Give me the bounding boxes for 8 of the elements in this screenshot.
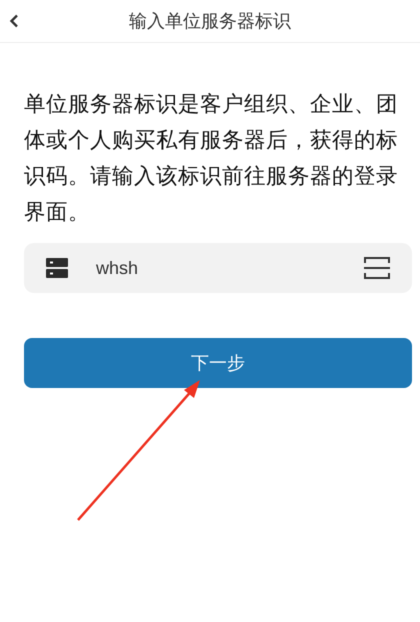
- description-text: 单位服务器标识是客户组织、企业、团体或个人购买私有服务器后，获得的标识码。请输入该标识前往服务器的登录界面。: [24, 91, 399, 227]
- back-icon[interactable]: [9, 14, 19, 28]
- server-icon: [46, 258, 68, 278]
- server-id-field[interactable]: whsh: [24, 243, 412, 293]
- scan-icon[interactable]: [364, 257, 390, 279]
- field-value: whsh: [96, 258, 140, 278]
- next-button[interactable]: 下一步: [24, 338, 412, 388]
- page-title: 输入单位服务器标识: [129, 10, 291, 33]
